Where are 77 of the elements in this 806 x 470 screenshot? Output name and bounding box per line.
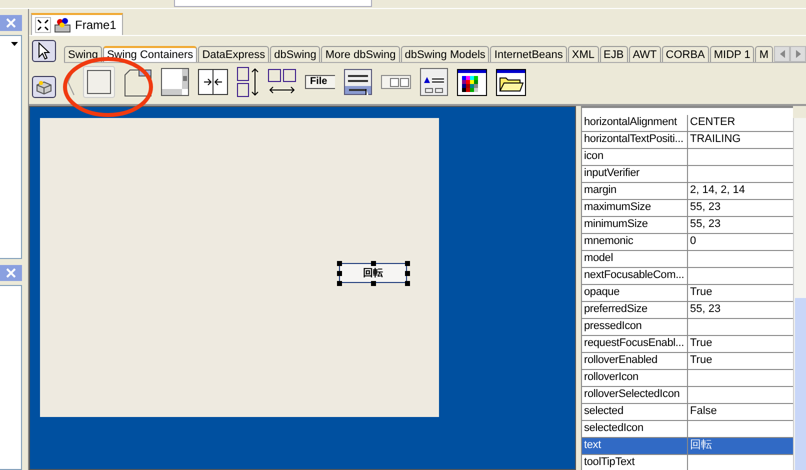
frame-class-icon (54, 17, 72, 33)
split-pane-icon[interactable] (198, 69, 228, 95)
resize-handle[interactable] (371, 261, 376, 266)
close-button[interactable] (0, 15, 22, 31)
property-value[interactable]: True (688, 336, 793, 352)
left-arrow-icon[interactable] (780, 50, 784, 58)
property-name[interactable]: rolloverSelectedIcon (582, 387, 688, 403)
palette-tab[interactable]: CORBA (662, 46, 709, 62)
palette-tab[interactable]: XML (568, 46, 599, 62)
button[interactable]: 回転 (339, 263, 407, 283)
property-value[interactable]: 0 (688, 234, 793, 250)
property-name[interactable]: horizontalAlignment (582, 115, 688, 131)
scroll-right-button[interactable] (790, 46, 806, 62)
horizontal-box-icon[interactable] (268, 69, 296, 95)
tabbed-pane-icon[interactable] (124, 67, 152, 97)
property-name[interactable]: selectedIcon (582, 421, 688, 437)
property-name[interactable]: toolTipText (582, 455, 688, 470)
palette-tab[interactable]: EJB (600, 46, 628, 62)
property-name[interactable]: text (582, 438, 688, 454)
property-value[interactable]: 55, 23 (688, 200, 793, 216)
menu-bar-item[interactable]: File (305, 75, 336, 89)
palette-tab[interactable]: M (755, 46, 773, 62)
right-arrow-icon[interactable] (796, 50, 800, 58)
property-name[interactable]: inputVerifier (582, 166, 688, 182)
property-name[interactable]: icon (582, 149, 688, 165)
property-name[interactable]: horizontalTextPositi... (582, 132, 688, 148)
property-name[interactable]: preferredSize (582, 302, 688, 318)
property-value[interactable]: 55, 23 (688, 217, 793, 233)
scrollbar[interactable] (793, 118, 806, 470)
palette-tab[interactable]: More dbSwing (321, 46, 400, 62)
property-name[interactable]: nextFocusableCom... (582, 268, 688, 284)
dropdown-arrow-icon[interactable] (11, 42, 18, 46)
property-value[interactable]: True (688, 285, 793, 301)
tab-label: Frame1 (75, 18, 116, 32)
close-icon[interactable] (6, 18, 16, 28)
property-name[interactable]: rolloverEnabled (582, 353, 688, 369)
maximize-icon[interactable] (35, 17, 51, 33)
property-value[interactable]: 回転 (688, 438, 793, 454)
folder-icon[interactable] (496, 68, 526, 96)
vertical-box-icon[interactable] (237, 67, 259, 97)
property-name[interactable]: rolloverIcon (582, 370, 688, 386)
palette-tab[interactable]: Swing Containers (102, 46, 198, 62)
panel-icon[interactable] (83, 66, 115, 98)
property-value[interactable]: 55, 23 (688, 302, 793, 318)
property-name[interactable]: minimumSize (582, 217, 688, 233)
property-value[interactable]: True (688, 353, 793, 369)
pointer-tool-button[interactable] (32, 40, 56, 62)
palette-tab[interactable]: DataExpress (198, 46, 270, 62)
scroll-left-button[interactable] (774, 46, 790, 62)
property-value[interactable]: CENTER (688, 115, 793, 131)
property-value[interactable]: 2, 14, 2, 14 (688, 183, 793, 199)
property-name[interactable]: maximumSize (582, 200, 688, 216)
close-icon[interactable] (6, 268, 16, 278)
property-name[interactable]: margin (582, 183, 688, 199)
close-button[interactable] (0, 265, 22, 281)
property-name[interactable]: selected (582, 404, 688, 420)
bean-chooser-button[interactable] (32, 76, 56, 98)
color-chooser-icon[interactable] (457, 68, 488, 96)
property-value[interactable]: False (688, 404, 793, 420)
property-name[interactable]: model (582, 251, 688, 267)
document-tab[interactable]: Frame1 (31, 13, 124, 35)
palette-tab[interactable]: dbSwing Models (400, 46, 490, 62)
property-name[interactable]: mnemonic (582, 234, 688, 250)
input-field[interactable] (174, 0, 372, 7)
property-name[interactable]: pressedIcon (582, 319, 688, 335)
property-name[interactable]: requestFocusEnabl... (582, 336, 688, 352)
scroll-pane-icon[interactable] (161, 68, 189, 96)
toolbar-icon[interactable] (381, 75, 412, 89)
palette-tab[interactable]: AWT (628, 46, 661, 62)
palette-tab[interactable]: InternetBeans (490, 46, 567, 62)
resize-handle[interactable] (371, 281, 376, 286)
palette-tab[interactable]: dbSwing (270, 46, 320, 62)
dialog-window-icon[interactable] (420, 68, 448, 96)
palette-tab[interactable]: MIDP 1 (710, 46, 754, 62)
property-name[interactable]: opaque (582, 285, 688, 301)
property-value[interactable]: TRAILING (688, 132, 793, 148)
menu-list-icon[interactable] (344, 69, 372, 95)
